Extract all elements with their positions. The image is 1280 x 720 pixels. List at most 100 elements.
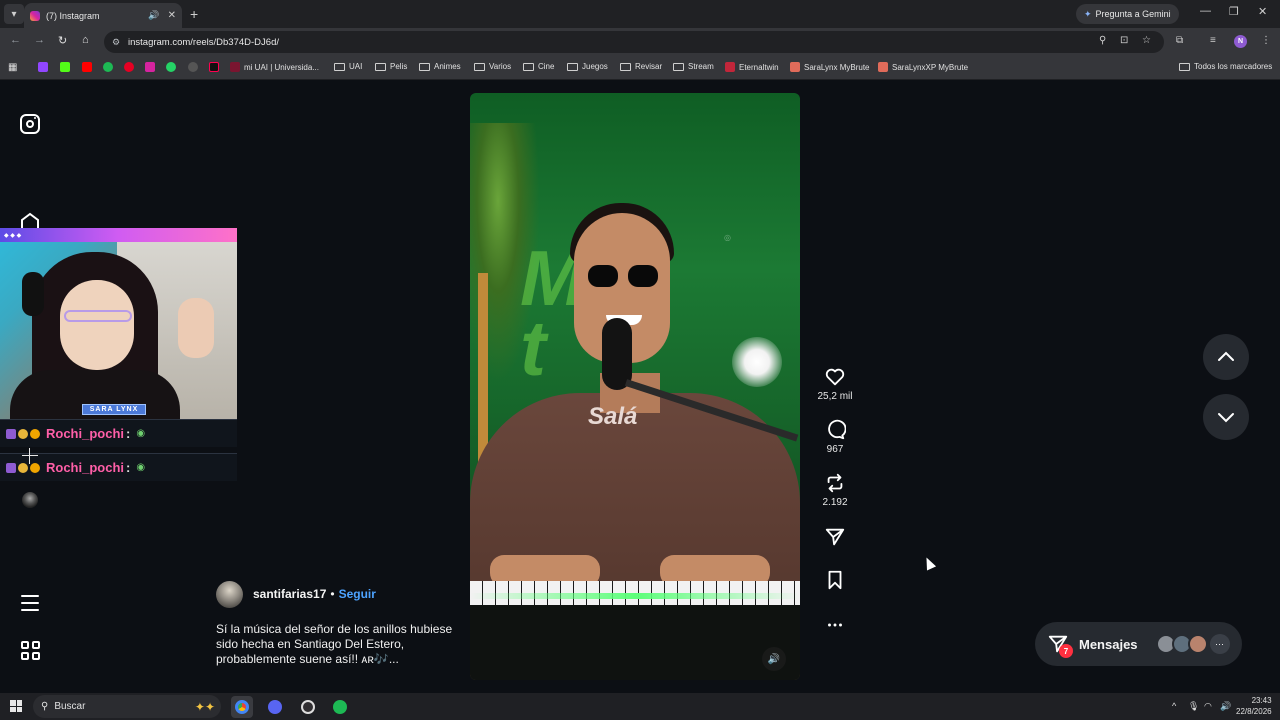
eternaltwin-icon [725, 62, 735, 72]
bookmark-eternaltwin[interactable]: Eternaltwin [725, 62, 779, 72]
comment-action[interactable]: 967 [812, 419, 858, 455]
microphone-icon[interactable]: 🎙 [1188, 701, 1199, 712]
author-avatar[interactable] [216, 581, 243, 608]
bookmark-folder-juegos[interactable]: Juegos [567, 62, 608, 71]
more-options-action[interactable] [812, 614, 858, 636]
browser-tab-instagram[interactable]: (7) Instagram 🔊 ✕ [24, 3, 182, 28]
taskbar-search[interactable]: ⚲ Buscar ✦✦ [33, 695, 221, 718]
bookmark-folder-uai[interactable]: UAI [334, 62, 362, 71]
hamburger-menu-icon[interactable] [21, 595, 39, 611]
bookmark-folder-animes[interactable]: Animes [419, 62, 461, 71]
bookmark-github[interactable] [188, 62, 198, 72]
zoom-icon[interactable]: ⚲ [1099, 35, 1106, 46]
forward-button[interactable]: → [34, 34, 45, 46]
share-action[interactable] [812, 526, 858, 548]
repost-action[interactable]: 2.192 [812, 472, 858, 508]
profile-avatar[interactable]: N [1234, 35, 1247, 48]
taskbar-discord[interactable] [264, 696, 286, 718]
taskbar-obs[interactable] [297, 696, 319, 718]
wifi-icon[interactable]: ◠ [1204, 701, 1212, 712]
bookmark-pinterest[interactable] [124, 62, 134, 72]
reel-video[interactable]: M n t Salá ◎ 🔊 [470, 93, 800, 680]
more-dots-icon[interactable] [824, 614, 846, 636]
minimize-button[interactable]: — [1200, 5, 1211, 17]
mybrute-icon [790, 62, 800, 72]
kick-icon [60, 62, 70, 72]
author-username[interactable]: santifarias17 [253, 587, 326, 601]
bookmark-label: mi UAI | Universida... [244, 62, 319, 72]
bookmark-tiktok[interactable] [209, 62, 219, 72]
bookmark-folder-revisar[interactable]: Revisar [620, 62, 662, 71]
follow-button[interactable]: Seguir [339, 587, 376, 601]
apps-grid-icon[interactable]: ▦ [8, 62, 17, 73]
folder-icon [474, 62, 485, 71]
repost-icon[interactable] [824, 472, 846, 494]
site-info-icon[interactable]: ⚙ [112, 37, 120, 48]
taskbar-clock[interactable]: 23:43 22/8/2026 [1236, 695, 1272, 717]
cam-nameplate: SARA LYNX [82, 404, 146, 415]
webcam-video [0, 242, 237, 422]
close-window-button[interactable]: ✕ [1258, 5, 1267, 18]
all-bookmarks-button[interactable]: Todos los marcadores [1179, 62, 1272, 71]
like-action[interactable]: 25,2 mil [812, 366, 858, 402]
home-button[interactable]: ⌂ [82, 34, 89, 46]
sound-toggle-icon[interactable]: 🔊 [762, 647, 786, 671]
bookmark-spotify[interactable] [103, 62, 113, 72]
restore-button[interactable]: ❐ [1229, 5, 1239, 18]
bookmark-saralynxxp-mybrute[interactable]: SaraLynxXP MyBrute [878, 62, 968, 72]
next-reel-button[interactable] [1203, 394, 1249, 440]
discord-icon [268, 700, 282, 714]
bookmark-kick[interactable] [60, 62, 70, 72]
bookmark-folder-cine[interactable]: Cine [523, 62, 554, 71]
bookmark-folder-stream[interactable]: Stream [673, 62, 714, 71]
bookmark-youtube[interactable] [82, 62, 92, 72]
save-action[interactable] [812, 569, 858, 591]
taskbar-spotify[interactable] [329, 696, 351, 718]
bookmark-instagram[interactable] [145, 62, 155, 72]
media-control-icon[interactable]: ≡ [1210, 35, 1216, 46]
folder-icon [673, 62, 684, 71]
bookmark-twitch[interactable] [38, 62, 48, 72]
chat-message: Rochi_pochi : ◉ [0, 419, 237, 447]
bookmark-folder-varios[interactable]: Varios [474, 62, 511, 71]
install-app-icon[interactable]: ⊡ [1120, 35, 1128, 46]
tray-overflow-icon[interactable]: ^ [1172, 701, 1176, 711]
volume-icon[interactable]: 🔊 [1220, 701, 1231, 712]
windows-start-icon[interactable] [10, 700, 22, 712]
back-button[interactable]: ← [10, 34, 21, 46]
previous-reel-button[interactable] [1203, 334, 1249, 380]
chrome-menu-icon[interactable]: ⋮ [1261, 35, 1271, 46]
reload-button[interactable]: ↻ [58, 34, 67, 47]
speaker-icon[interactable]: 🔊 [148, 10, 159, 21]
bookmark-uai-portal[interactable]: mi UAI | Universida... [230, 62, 319, 72]
profile-icon[interactable] [22, 492, 38, 508]
address-bar[interactable]: ⚙ instagram.com/reels/Db374D-DJ6d/ [104, 31, 1164, 53]
messages-button[interactable]: 7 Mensajes ··· [1035, 622, 1242, 666]
send-icon[interactable] [824, 526, 846, 548]
chat-separator: : [126, 460, 131, 475]
tab-search-button[interactable]: ▾ [4, 4, 24, 24]
instagram-logo-icon[interactable] [20, 114, 40, 134]
also-from-meta-icon[interactable] [21, 641, 40, 660]
close-tab-icon[interactable]: ✕ [168, 10, 176, 21]
bookmark-whatsapp[interactable] [166, 62, 176, 72]
tab-title: (7) Instagram [46, 10, 100, 21]
folder-icon [567, 62, 578, 71]
folder-icon [334, 62, 345, 71]
bookmark-folder-pelis[interactable]: Pelis [375, 62, 407, 71]
comment-icon[interactable] [824, 419, 846, 441]
extensions-icon[interactable]: ⧉ [1176, 35, 1183, 46]
reel-caption[interactable]: Sí la música del señor de los anillos hu… [216, 622, 456, 667]
gemini-button[interactable]: ✦ Pregunta a Gemini [1076, 4, 1179, 24]
bookmark-star-icon[interactable]: ☆ [1142, 35, 1151, 46]
bookmark-saralynx-mybrute[interactable]: SaraLynx MyBrute [790, 62, 870, 72]
bookmark-label: Eternaltwin [739, 62, 779, 72]
bookmark-icon[interactable] [824, 569, 846, 591]
taskbar-chrome[interactable] [231, 696, 253, 718]
bits-badge-icon [18, 428, 28, 439]
heart-icon[interactable] [824, 366, 846, 388]
instagram-icon [145, 62, 155, 72]
new-tab-button[interactable]: + [190, 6, 198, 22]
bookmark-label: Stream [688, 62, 714, 71]
recent-contacts [1155, 634, 1208, 654]
